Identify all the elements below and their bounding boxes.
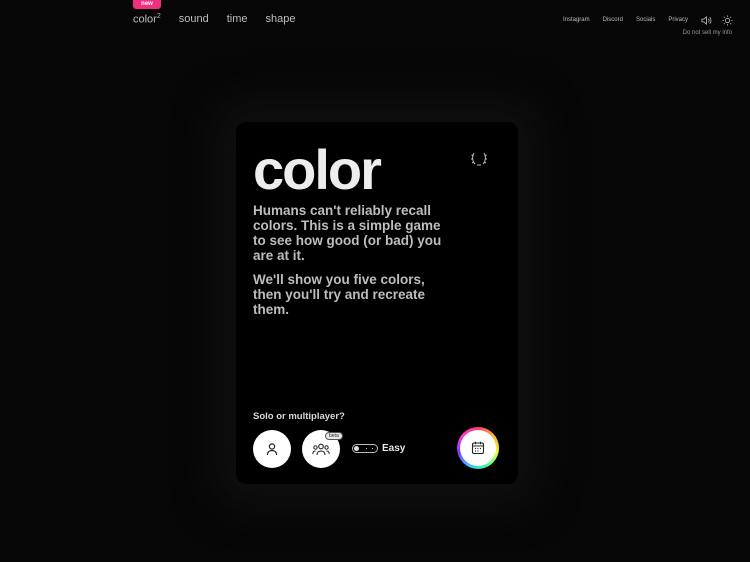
person-icon xyxy=(266,443,278,456)
mode-label: Solo or multiplayer? xyxy=(253,411,345,422)
solo-button[interactable] xyxy=(253,430,291,468)
socials-link[interactable]: Socials xyxy=(636,17,655,23)
beta-badge: beta xyxy=(325,432,343,440)
toggle-dot xyxy=(366,448,367,449)
nav-link-shape[interactable]: shape xyxy=(266,13,296,26)
game-nav: color2 sound time shape xyxy=(133,13,296,26)
new-badge: new xyxy=(133,0,161,9)
calendar-button-inner xyxy=(460,430,496,466)
sound-icon[interactable] xyxy=(701,15,712,26)
top-navigation: new color2 sound time shape Instagram Di… xyxy=(0,0,750,40)
nav-link-color[interactable]: color2 xyxy=(133,13,161,26)
calendar-icon xyxy=(471,441,485,455)
difficulty-label: Easy xyxy=(382,443,406,454)
discord-link[interactable]: Discord xyxy=(603,17,623,23)
privacy-link[interactable]: Privacy xyxy=(668,17,688,23)
game-card: color Humans can't reliably recall color… xyxy=(236,122,518,484)
toggle-dot xyxy=(372,448,373,449)
laurel-icon[interactable] xyxy=(470,150,488,168)
nav-link-sound[interactable]: sound xyxy=(179,13,209,26)
difficulty-toggle[interactable] xyxy=(352,444,378,453)
group-icon xyxy=(312,443,330,456)
do-not-sell-link[interactable]: Do not sell my info xyxy=(683,30,732,36)
sun-icon[interactable] xyxy=(722,15,733,26)
daily-challenge-button[interactable] xyxy=(457,427,499,469)
description-2: We'll show you five colors, then you'll … xyxy=(253,272,426,317)
toggle-knob xyxy=(354,446,359,451)
instagram-link[interactable]: Instagram xyxy=(563,17,590,23)
description-1: Humans can't reliably recall colors. Thi… xyxy=(253,203,442,263)
page-title: color xyxy=(253,138,382,201)
secondary-nav: Instagram Discord Socials Privacy xyxy=(563,17,688,23)
nav-link-time[interactable]: time xyxy=(227,13,248,26)
